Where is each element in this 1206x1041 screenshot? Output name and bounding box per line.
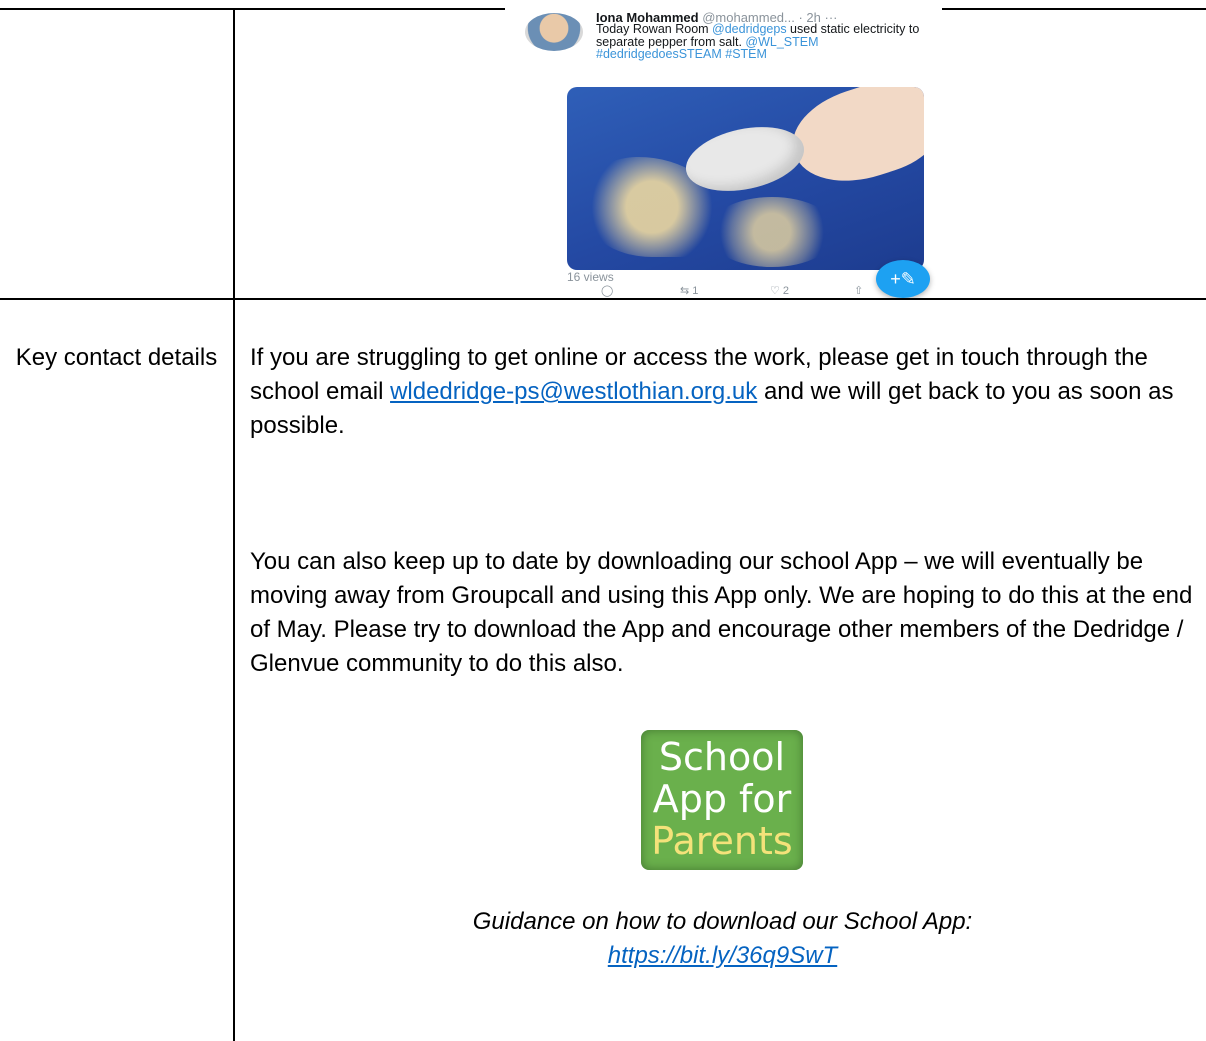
tweet-photo bbox=[567, 87, 924, 270]
table-column-divider bbox=[233, 8, 235, 1041]
guidance-text: Guidance on how to download our School A… bbox=[472, 908, 973, 935]
tweet-embed: Iona Mohammed @mohammed... · 2h ··· Toda… bbox=[505, 8, 942, 298]
app-paragraph: You can also keep up to date by download… bbox=[250, 548, 1193, 677]
table-row-divider bbox=[0, 298, 1206, 300]
logo-line-1: School bbox=[658, 735, 786, 779]
photo-salt-pepper bbox=[707, 197, 837, 267]
avatar bbox=[525, 13, 583, 51]
contact-paragraph: If you are struggling to get online or a… bbox=[250, 341, 1195, 443]
share-icon: ⇧ bbox=[854, 285, 864, 297]
school-app-logo: School App for Parents bbox=[641, 730, 803, 870]
tweet-view-count: 16 views bbox=[567, 270, 614, 284]
compose-tweet-button: +✎ bbox=[876, 260, 930, 298]
reply-icon: ◯ bbox=[601, 285, 614, 297]
tweet-actions: ◯ ⇆ 1 ♡ 2 ⇧ bbox=[567, 284, 867, 298]
tweet-text: Today Rowan Room @dedridgeps used static… bbox=[596, 23, 936, 61]
photo-hand bbox=[781, 87, 924, 198]
retweet-icon: ⇆ 1 bbox=[680, 285, 699, 297]
retweet-count: 1 bbox=[692, 285, 699, 297]
like-count: 2 bbox=[782, 285, 790, 297]
logo-line-3: Parents bbox=[651, 819, 793, 863]
row-label: Key contact details bbox=[15, 344, 218, 371]
school-email-link[interactable]: wldedridge-ps@westlothian.org.uk bbox=[390, 378, 757, 405]
app-guidance: Guidance on how to download our School A… bbox=[250, 905, 1195, 973]
heart-icon: ♡ 2 bbox=[770, 285, 790, 297]
logo-line-2: App for bbox=[652, 777, 792, 821]
guidance-link[interactable]: https://bit.ly/36q9SwT bbox=[608, 942, 837, 969]
